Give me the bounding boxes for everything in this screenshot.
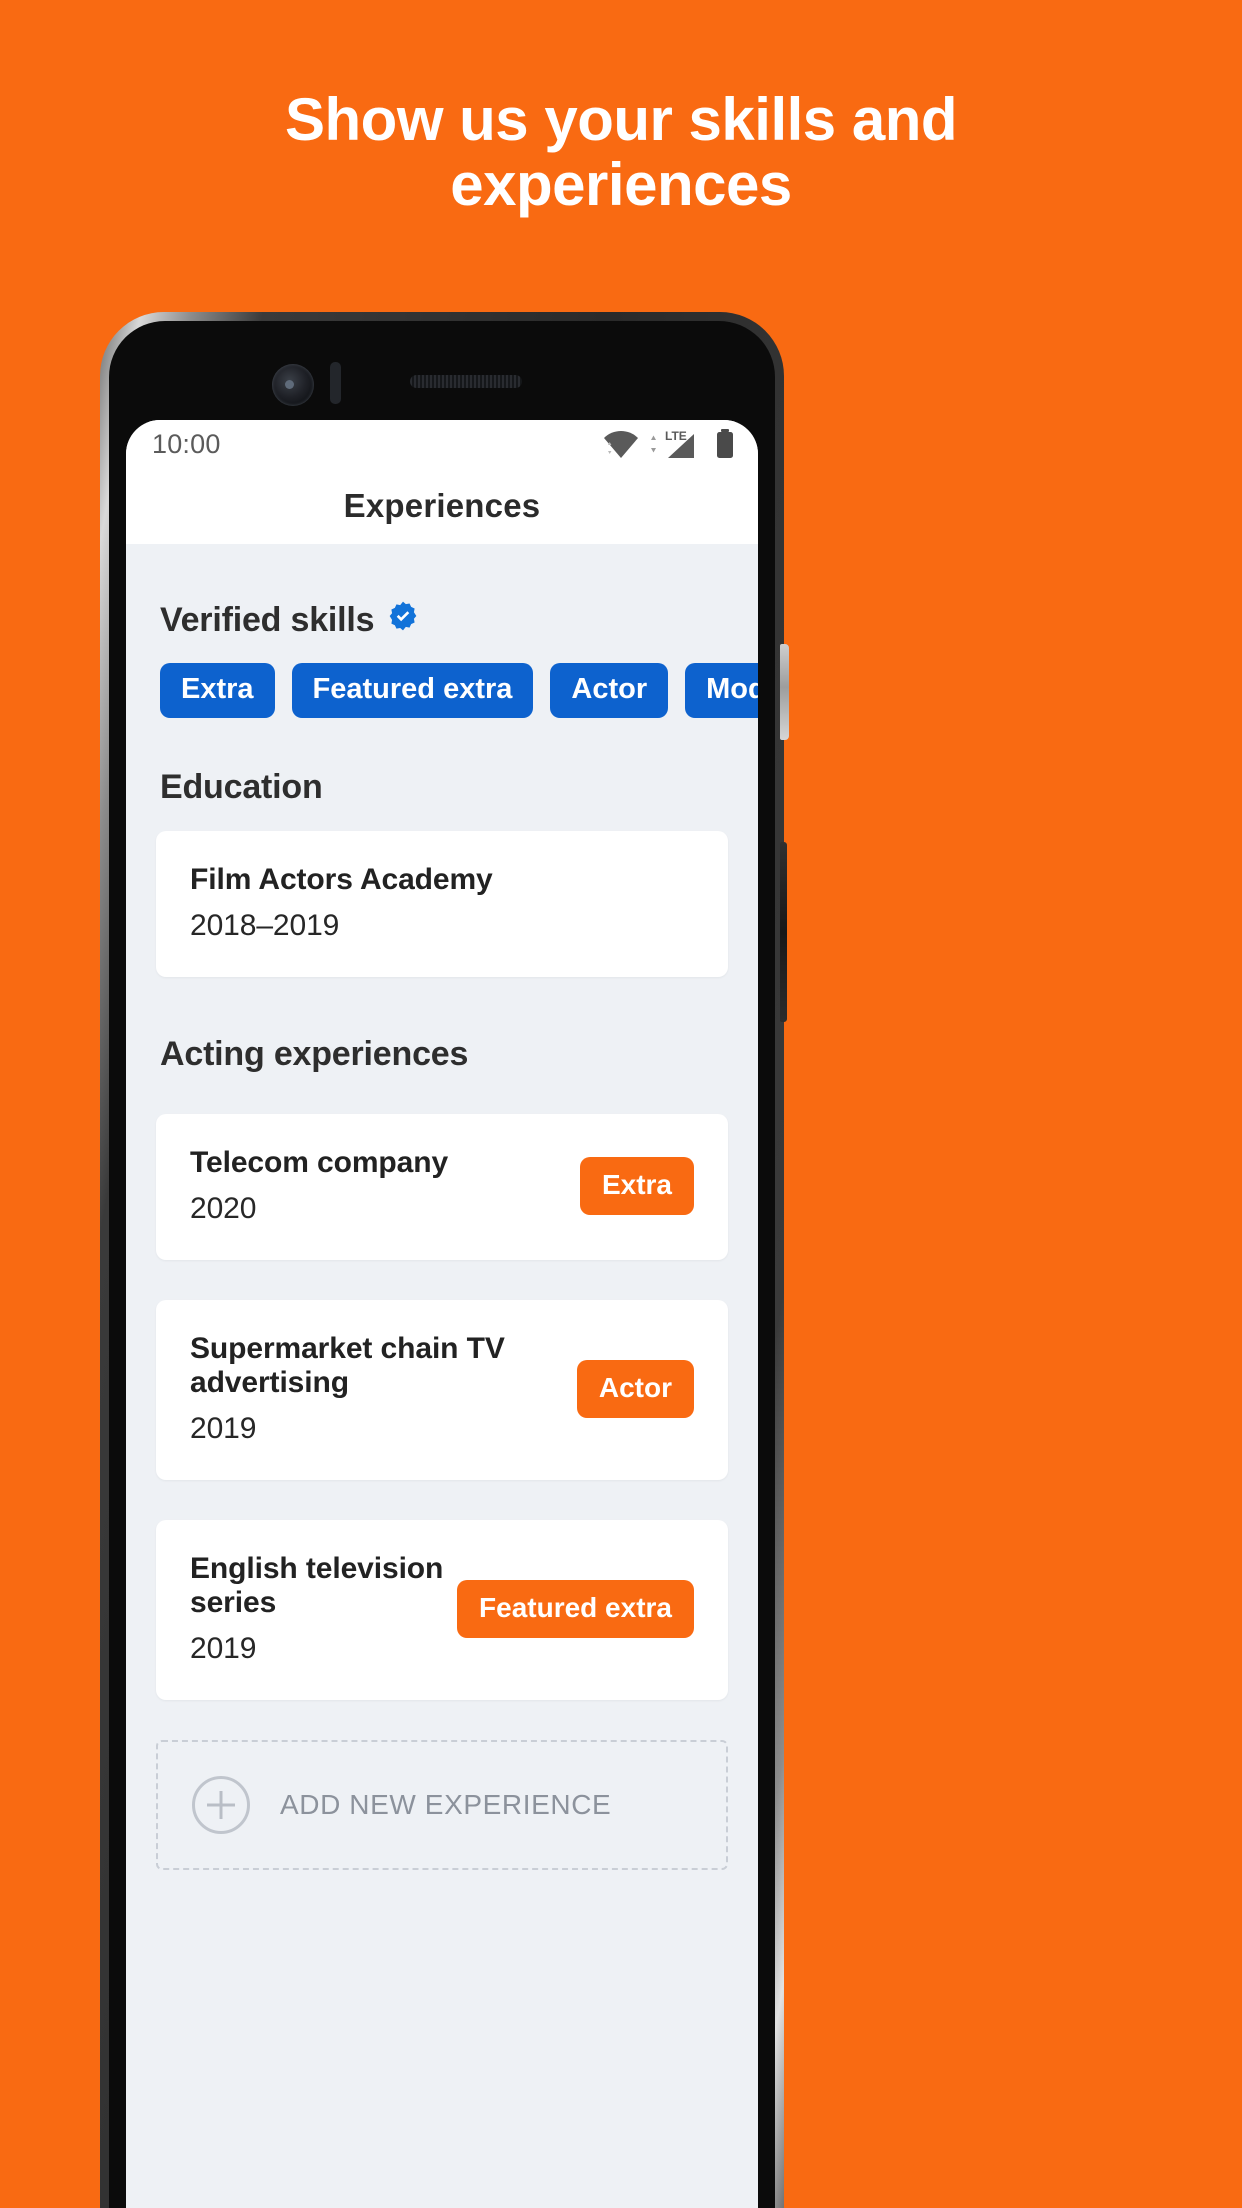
proximity-sensor-icon	[330, 362, 341, 404]
verified-check-icon	[387, 600, 419, 641]
status-bar: 10:00 LTE	[126, 420, 758, 468]
experience-year: 2019	[190, 1632, 257, 1665]
add-new-experience-label: ADD NEW EXPERIENCE	[280, 1789, 612, 1820]
experience-role-badge: Featured extra	[457, 1580, 694, 1638]
skill-chip-actor[interactable]: Actor	[550, 663, 669, 718]
experience-year: 2020	[190, 1192, 257, 1225]
experience-card[interactable]: Supermarket chain TV advertising 2019 Ac…	[156, 1300, 728, 1480]
education-card[interactable]: Film Actors Academy 2018–2019	[156, 831, 728, 977]
screen-content: Verified skills Extra Featured extra Act…	[126, 544, 758, 2208]
education-title: Film Actors Academy	[190, 863, 493, 896]
phone-device-mockup: 10:00 LTE Experiences Verified skills Ex…	[100, 312, 789, 2208]
education-card-texts: Film Actors Academy 2018–2019	[190, 863, 493, 943]
experience-card-texts: Supermarket chain TV advertising 2019	[190, 1332, 577, 1446]
promo-headline: Show us your skills and experiences	[285, 86, 958, 218]
app-bar: Experiences	[126, 468, 758, 544]
skill-chip-model[interactable]: Model	[685, 663, 758, 718]
experience-title: English television series	[190, 1552, 444, 1619]
experience-card[interactable]: Telecom company 2020 Extra	[156, 1114, 728, 1260]
add-new-experience-button[interactable]: ADD NEW EXPERIENCE	[156, 1740, 728, 1870]
earpiece-speaker-icon	[410, 375, 522, 388]
plus-circle-icon	[192, 1776, 250, 1834]
verified-skill-chips: Extra Featured extra Actor Model	[126, 641, 758, 718]
education-years: 2018–2019	[190, 909, 340, 942]
lte-signal-icon: LTE	[649, 428, 705, 460]
verified-skills-label: Verified skills	[160, 601, 375, 639]
verified-skills-header: Verified skills	[126, 544, 758, 641]
wifi-icon	[602, 429, 640, 459]
experience-card[interactable]: English television series 2019 Featured …	[156, 1520, 728, 1700]
svg-text:LTE: LTE	[665, 429, 687, 443]
status-bar-clock: 10:00	[152, 428, 221, 459]
education-header: Education	[160, 768, 323, 806]
page-title: Experiences	[343, 487, 541, 524]
experience-title: Telecom company	[190, 1146, 449, 1179]
volume-button[interactable]	[780, 644, 789, 740]
power-button[interactable]	[780, 842, 787, 1022]
skill-chip-extra[interactable]: Extra	[160, 663, 275, 718]
experience-card-texts: Telecom company 2020	[190, 1146, 448, 1226]
acting-experiences-header: Acting experiences	[160, 1035, 469, 1073]
battery-icon	[714, 428, 736, 460]
experience-year: 2019	[190, 1412, 257, 1445]
status-bar-icons: LTE	[602, 428, 736, 460]
phone-screen: 10:00 LTE Experiences Verified skills Ex…	[126, 420, 758, 2208]
skill-chip-featured-extra[interactable]: Featured extra	[291, 663, 534, 718]
experience-card-texts: English television series 2019	[190, 1552, 457, 1666]
experience-role-badge: Actor	[576, 1360, 694, 1418]
experience-title: Supermarket chain TV advertising	[190, 1332, 505, 1399]
experience-role-badge: Extra	[579, 1157, 694, 1215]
phone-top-sensors	[124, 336, 760, 422]
front-camera-icon	[272, 364, 314, 406]
